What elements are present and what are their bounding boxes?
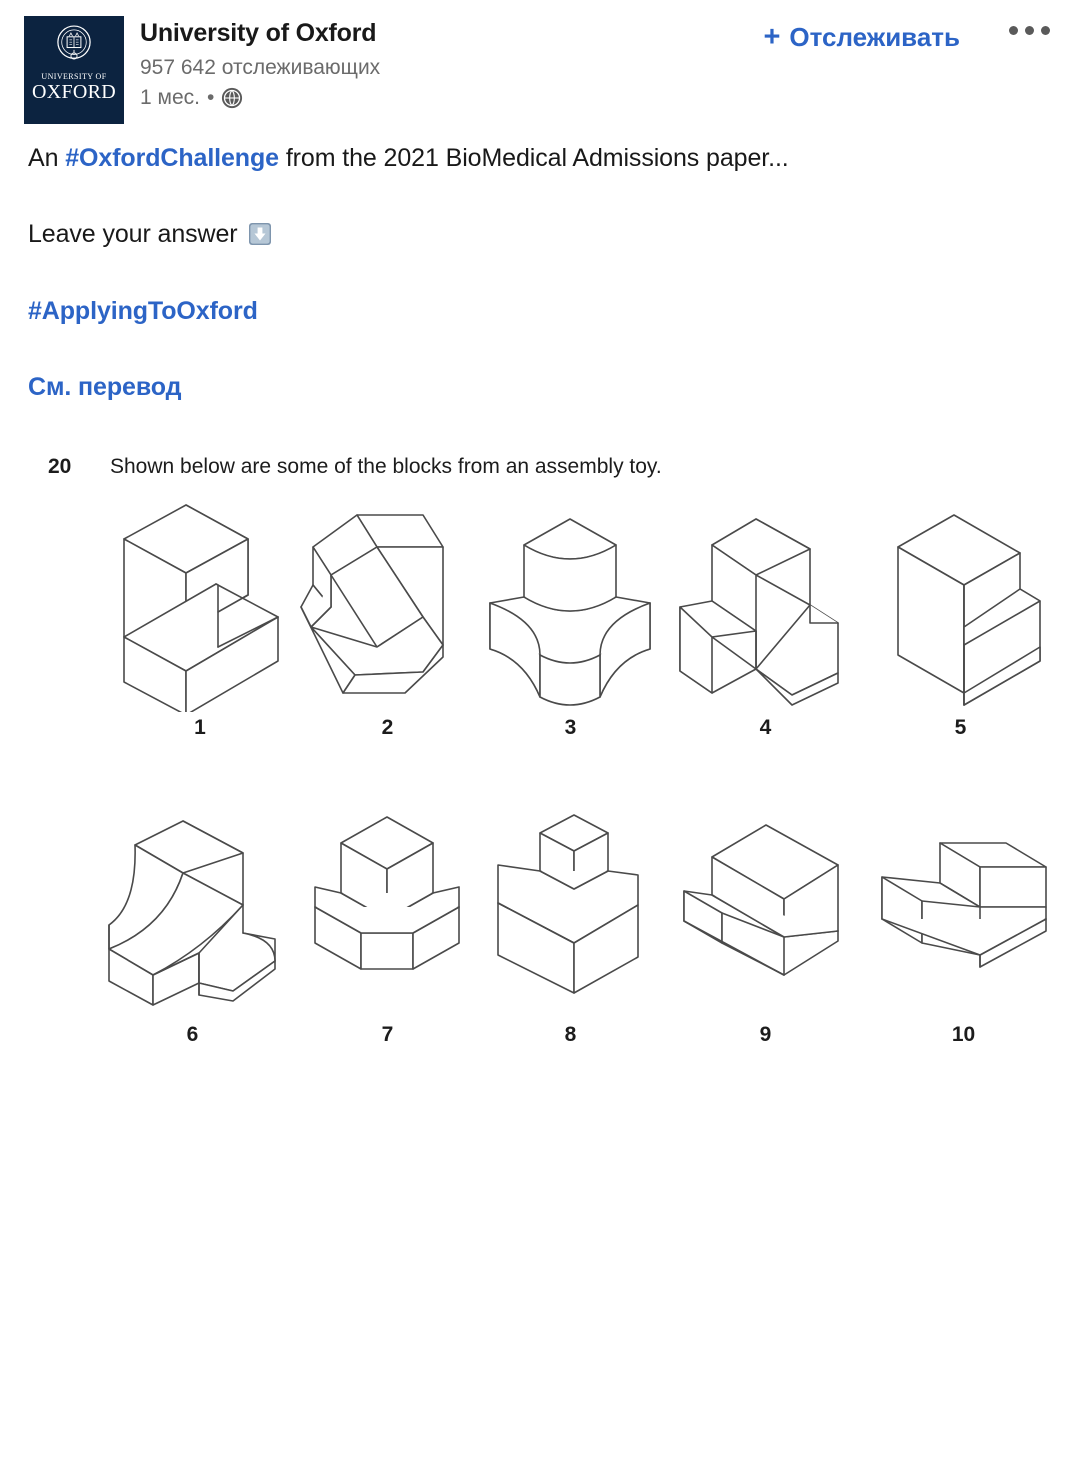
avatar-line1: UNIVERSITY OF [41, 72, 107, 81]
avatar[interactable]: UNIVERSITY OF OXFORD [24, 16, 124, 124]
two-step-block-figure [683, 824, 839, 976]
post-meta: 1 мес. • [140, 86, 380, 110]
question-intro: Shown below are some of the blocks from … [110, 455, 662, 478]
block-label-2: 2 [381, 716, 394, 739]
block-item-1: 1 [105, 497, 295, 740]
block-item-3: 3 [478, 497, 663, 740]
avatar-line2: OXFORD [31, 81, 117, 103]
concave-curve-block-figure [108, 820, 276, 1006]
post-line1-post: from the 2021 BioMedical Admissions pape… [278, 144, 789, 172]
block-item-8: 8 [478, 809, 663, 1047]
post-time: 1 мес. [140, 86, 200, 110]
block-label-7: 7 [381, 1023, 394, 1046]
post-line-1: An #OxfordChallenge from the 2021 BioMed… [28, 140, 1038, 176]
globe-icon [222, 88, 243, 109]
block-item-9: 9 [668, 809, 863, 1047]
block-item-7: 7 [295, 809, 480, 1047]
plus-icon: + [763, 21, 781, 53]
channel-step-block-figure [881, 842, 1047, 968]
post-line-4: См. перевод [28, 369, 1038, 405]
step-block-tall-figure [897, 514, 1041, 706]
post-line-3: #ApplyingToOxford [28, 293, 1038, 329]
more-options-button[interactable] [1009, 26, 1050, 35]
block-item-10: 10 [866, 809, 1061, 1047]
meta-separator: • [206, 86, 215, 110]
post-header: UNIVERSITY OF OXFORD University of Oxfor… [0, 0, 1080, 130]
exam-question-image: 20 Shown below are some of the blocks fr… [0, 455, 1080, 1074]
block-label-5: 5 [954, 716, 967, 739]
block-item-2: 2 [295, 497, 480, 740]
ellipsis-dot [1009, 26, 1018, 35]
l-block-step-figure [122, 504, 279, 712]
block-label-9: 9 [759, 1023, 772, 1046]
hashtag-applyingtooxford[interactable]: #ApplyingToOxford [28, 297, 258, 325]
ellipsis-dot [1025, 26, 1034, 35]
post-line2-text: Leave your answer [28, 220, 238, 249]
corner-ramp-block-figure [679, 518, 839, 706]
down-arrow-emoji-icon [249, 223, 272, 246]
post-text: An #OxfordChallenge from the 2021 BioMed… [28, 140, 1038, 405]
block-item-5: 5 [868, 497, 1053, 740]
diagonal-wedge-block-figure [300, 514, 444, 694]
curved-cross-block-figure [489, 518, 651, 706]
block-item-6: 6 [95, 809, 290, 1047]
block-label-6: 6 [186, 1023, 199, 1046]
question-number: 20 [48, 455, 72, 478]
small-cube-on-box-block-figure [497, 814, 639, 994]
block-item-4: 4 [668, 497, 863, 740]
question-heading: 20 Shown below are some of the blocks fr… [0, 455, 1080, 479]
post-line-2: Leave your answer [28, 216, 1038, 252]
linkedin-post-screenshot: UNIVERSITY OF OXFORD University of Oxfor… [0, 0, 1080, 1460]
block-label-10: 10 [951, 1023, 976, 1046]
see-translation-link[interactable]: См. перевод [28, 373, 181, 401]
follower-count: 957 642 отслеживающих [140, 56, 381, 79]
blocks-row-2: 6 7 8 9 10 [0, 809, 1080, 1074]
block-label-1: 1 [194, 716, 206, 739]
block-label-3: 3 [564, 716, 577, 739]
hashtag-oxfordchallenge[interactable]: #OxfordChallenge [65, 144, 279, 172]
org-name[interactable]: University of Oxford [140, 18, 380, 48]
blocks-row-1: 1 2 3 4 5 [0, 497, 1080, 787]
follow-button[interactable]: + Отслеживать [763, 22, 960, 53]
oxford-crest-icon [57, 25, 91, 60]
block-label-4: 4 [759, 716, 772, 739]
follow-button-label: Отслеживать [789, 22, 960, 52]
block-label-8: 8 [564, 1023, 577, 1046]
ellipsis-dot [1041, 26, 1050, 35]
cube-on-hex-base-block-figure [314, 816, 460, 970]
post-line1-pre: An [28, 144, 66, 172]
post-author-block: University of Oxford 957 642 отслеживающ… [140, 18, 380, 110]
